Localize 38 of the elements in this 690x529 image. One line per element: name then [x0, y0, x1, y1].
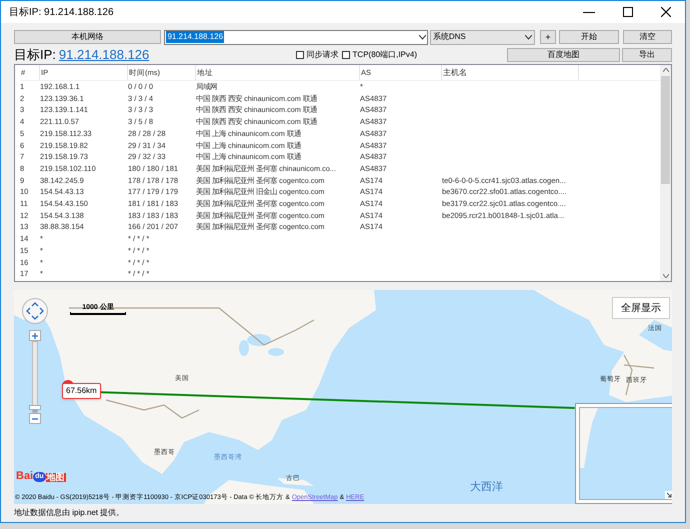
zoom-out-button[interactable]	[29, 413, 41, 424]
column-header[interactable]: 主机名	[442, 65, 579, 80]
distance-label: 67.56km	[62, 383, 101, 399]
checkbox[interactable]	[296, 50, 304, 58]
checkbox-label[interactable]: TCP(80端口,IPv4)	[352, 48, 417, 60]
export-button[interactable]: 导出	[622, 48, 672, 62]
fullscreen-button[interactable]: 全屏显示	[612, 297, 670, 319]
scrollbar[interactable]	[660, 65, 671, 281]
close-icon[interactable]	[661, 7, 671, 17]
checkbox-label[interactable]: 同步请求	[306, 48, 339, 60]
minus-icon	[32, 418, 38, 420]
zoom-in-button[interactable]	[29, 330, 41, 341]
zoom-slider[interactable]	[29, 341, 41, 413]
map-label: 大西洋	[470, 482, 503, 493]
local-network-button[interactable]: 本机网络	[14, 30, 162, 44]
baidu-map-button[interactable]: 百度地图	[507, 48, 620, 62]
window-title: 目标IP: 91.214.188.126	[8, 6, 115, 20]
footer-note: 地址数据信息由 ipip.net 提供。	[13, 507, 126, 519]
resize-icon[interactable]	[665, 491, 672, 499]
scale-bar	[70, 312, 126, 315]
arrows-icon	[26, 302, 44, 320]
logo-text: Bai	[16, 471, 34, 482]
chevron-icon	[418, 34, 426, 40]
zoom-slider-handle[interactable]	[29, 404, 41, 410]
target-label: 目标IP:	[14, 46, 56, 64]
logo-text: 地图	[46, 473, 66, 482]
maximize-icon[interactable]	[623, 7, 633, 17]
chevron-icon	[525, 34, 532, 40]
start-button[interactable]: 开始	[558, 30, 619, 44]
add-button[interactable]: +	[540, 30, 556, 44]
plus-icon	[32, 332, 38, 338]
target-ip-link[interactable]: 91.214.188.126	[58, 44, 150, 64]
coastline-drawing	[580, 408, 598, 468]
ip-field[interactable]: 91.214.188.126	[164, 30, 428, 44]
dns-dropdown[interactable]: 系统DNS	[430, 30, 536, 44]
scrollbar-thumb[interactable]	[661, 76, 670, 184]
checkbox[interactable]	[342, 50, 350, 58]
clear-button[interactable]: 清空	[622, 30, 672, 44]
